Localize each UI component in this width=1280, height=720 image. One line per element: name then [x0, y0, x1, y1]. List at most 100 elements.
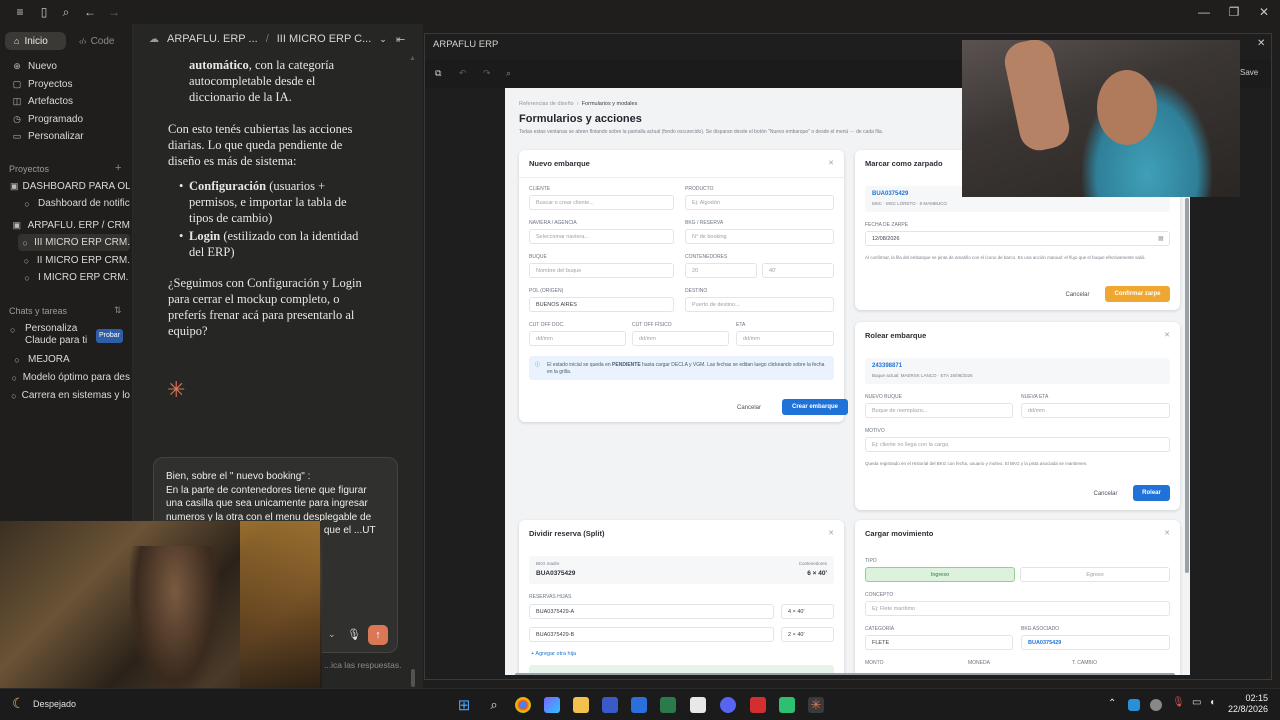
fecha-zarpe-input[interactable]: 12/08/2026 — [865, 231, 1170, 246]
weather-icon[interactable]: ☾ — [12, 695, 25, 712]
close-icon[interactable]: ✕ — [1164, 331, 1170, 339]
clock[interactable]: 02:15 22/8/2026 — [1222, 693, 1268, 715]
menu-icon[interactable]: ≡ — [12, 4, 28, 20]
canvas-hscrollbar[interactable] — [515, 673, 1175, 675]
motivo-select[interactable]: Ej: cliente no llega con la carga — [865, 437, 1170, 452]
create-embarque-button[interactable]: Crear embarque — [782, 399, 848, 415]
zoom-icon[interactable]: ⌕ — [506, 68, 511, 79]
bkg-asociado-select[interactable]: BUA0375429 — [1021, 635, 1170, 650]
close-icon[interactable]: ✕ — [1164, 529, 1170, 537]
cancel-button[interactable]: Cancelar — [729, 400, 769, 416]
copy-icon[interactable]: ⧉ — [435, 68, 441, 79]
chat-item[interactable]: ○ Modelo óptimo para des — [4, 369, 130, 386]
redo-icon[interactable]: ↷ — [483, 68, 491, 79]
store-icon[interactable] — [631, 697, 647, 713]
calendar-icon[interactable]: ▦ — [1158, 235, 1164, 242]
add-hija-link[interactable]: + Agregar otra hija — [531, 651, 576, 657]
weather-label[interactable]: Despejado — [33, 699, 76, 709]
hija-bkg-input[interactable]: BUA0375429-A — [529, 604, 774, 619]
nueva-eta-input[interactable]: dd/mm — [1021, 403, 1170, 418]
contenedores-type-select[interactable]: 40' — [762, 263, 834, 278]
project-item[interactable]: ▣ ARPAFLU. ERP / CRM — [4, 217, 130, 234]
tray-icon[interactable] — [1128, 699, 1140, 711]
app-icon[interactable] — [779, 697, 795, 713]
app-icon[interactable] — [660, 697, 676, 713]
forward-icon[interactable]: → — [106, 4, 122, 20]
close-icon[interactable]: ✕ — [828, 529, 834, 537]
model-chevron-icon[interactable]: ⌄ — [328, 629, 336, 640]
categoria-select[interactable]: FLETE — [865, 635, 1013, 650]
close-window-icon[interactable]: ✕ — [1256, 4, 1272, 20]
canvas-scrollbar[interactable] — [1185, 198, 1189, 573]
back-icon[interactable]: ← — [82, 4, 98, 20]
project-item[interactable]: ▣ DASHBOARD PARA OLE — [4, 178, 130, 195]
breadcrumb-project[interactable]: ARPAFLU. ERP ... — [167, 33, 258, 45]
nuevo-buque-input[interactable]: Buque de reemplazo... — [865, 403, 1013, 418]
add-project-icon[interactable]: + — [115, 162, 121, 174]
search-icon[interactable]: ⌕ — [486, 697, 502, 713]
collapse-panel-icon[interactable]: ⇤ — [396, 33, 405, 46]
chrome-icon[interactable] — [515, 697, 531, 713]
chat-item[interactable]: ○ MEJORA — [4, 351, 130, 368]
copilot-icon[interactable] — [544, 697, 560, 713]
search-icon[interactable]: ⌕ — [58, 4, 74, 20]
probar-badge[interactable]: Probar — [96, 329, 124, 343]
maximize-icon[interactable]: ❐ — [1226, 4, 1242, 20]
microphone-icon[interactable]: 🎙 — [347, 628, 361, 641]
breadcrumb-chat[interactable]: III MICRO ERP C... — [277, 33, 372, 45]
tab-inicio[interactable]: ⌂ Inicio — [5, 32, 66, 50]
buque-input[interactable]: Nombre del buque — [529, 263, 674, 278]
chevron-down-icon[interactable]: ⌄ — [379, 34, 387, 45]
hija-bkg-input[interactable]: BUA0375429-B — [529, 627, 774, 642]
rolear-button[interactable]: Rolear — [1133, 485, 1170, 501]
confirmar-zarpe-button[interactable]: Confirmar zarpe — [1105, 286, 1170, 302]
filter-icon[interactable]: ⇅ — [114, 305, 122, 316]
cut-off-doc-input[interactable]: dd/mm — [529, 331, 626, 346]
crumb-a[interactable]: Referencias de diseño — [519, 101, 574, 107]
project-chat-item[interactable]: ○ II MICRO ERP CRM. — [18, 252, 130, 269]
file-explorer-icon[interactable] — [573, 697, 589, 713]
project-chat-item-active[interactable]: ○ III MICRO ERP CRM. — [18, 234, 130, 251]
tipo-egreso-toggle[interactable]: Egreso — [1020, 567, 1170, 582]
chevron-up-icon[interactable]: ⌃ — [1108, 698, 1116, 709]
contenedores-number-input[interactable]: 20 — [685, 263, 757, 278]
windows-start-icon[interactable]: ⊞ — [456, 697, 472, 714]
cancel-button[interactable]: Cancelar — [1055, 287, 1100, 303]
producto-input[interactable]: Ej: Algodón — [685, 195, 834, 210]
sidebar-item-nuevo[interactable]: ⊕ Nuevo — [4, 58, 130, 75]
chat-item[interactable]: ○ Carrera en sistemas y lo — [4, 387, 130, 404]
pol-select[interactable]: BUENOS AIRES — [529, 297, 674, 312]
discord-icon[interactable] — [720, 697, 736, 713]
sidebar-item-programado[interactable]: ◷ Programado — [4, 111, 130, 128]
hija-cont-select[interactable]: 2 × 40' — [781, 627, 834, 642]
sidebar-item-artefactos[interactable]: ◫ Artefactos — [4, 93, 130, 110]
undo-icon[interactable]: ↶ — [459, 68, 467, 79]
calculator-icon[interactable] — [602, 697, 618, 713]
cancel-button[interactable]: Cancelar — [1083, 486, 1128, 502]
hija-cont-select[interactable]: 4 × 40' — [781, 604, 834, 619]
close-icon[interactable]: ✕ — [828, 159, 834, 167]
sidebar-item-proyectos[interactable]: ▢ Proyectos — [4, 76, 130, 93]
sidebar-item-personalizar[interactable]: ▭ Personalizar — [4, 128, 130, 145]
microphone-icon[interactable]: 🎙 — [1172, 697, 1185, 708]
app-icon[interactable] — [750, 697, 766, 713]
eta-input[interactable]: dd/mm — [736, 331, 834, 346]
volume-icon[interactable]: ◖ — [1209, 697, 1215, 708]
project-chat-item[interactable]: ○ I MICRO ERP CRM. — [18, 269, 130, 286]
monitor-icon[interactable]: ▭ — [1192, 697, 1201, 708]
tray-icon[interactable] — [1150, 699, 1162, 711]
concepto-input[interactable]: Ej: Flete marítimo — [865, 601, 1170, 616]
claude-icon[interactable]: ✳ — [808, 697, 824, 713]
close-preview-icon[interactable]: ✕ — [1257, 38, 1265, 49]
chat-item-personaliza[interactable]: ○ Personaliza Claude para ti Probar — [10, 323, 130, 349]
tipo-ingreso-toggle[interactable]: Ingreso — [865, 567, 1015, 582]
sidebar-toggle-icon[interactable]: ▯ — [36, 4, 52, 20]
app-icon[interactable] — [690, 697, 706, 713]
crumb-b[interactable]: Formularios y modales — [582, 101, 638, 107]
scroll-up-icon[interactable]: ▲ — [409, 55, 416, 63]
bkg-input[interactable]: N° de booking — [685, 229, 834, 244]
project-chat-item[interactable]: ○ Dashboard de notific — [18, 195, 130, 212]
cut-off-fisico-input[interactable]: dd/mm — [632, 331, 729, 346]
save-button[interactable]: Save — [1240, 68, 1258, 77]
tab-code[interactable]: ‹/› Code — [75, 32, 125, 50]
